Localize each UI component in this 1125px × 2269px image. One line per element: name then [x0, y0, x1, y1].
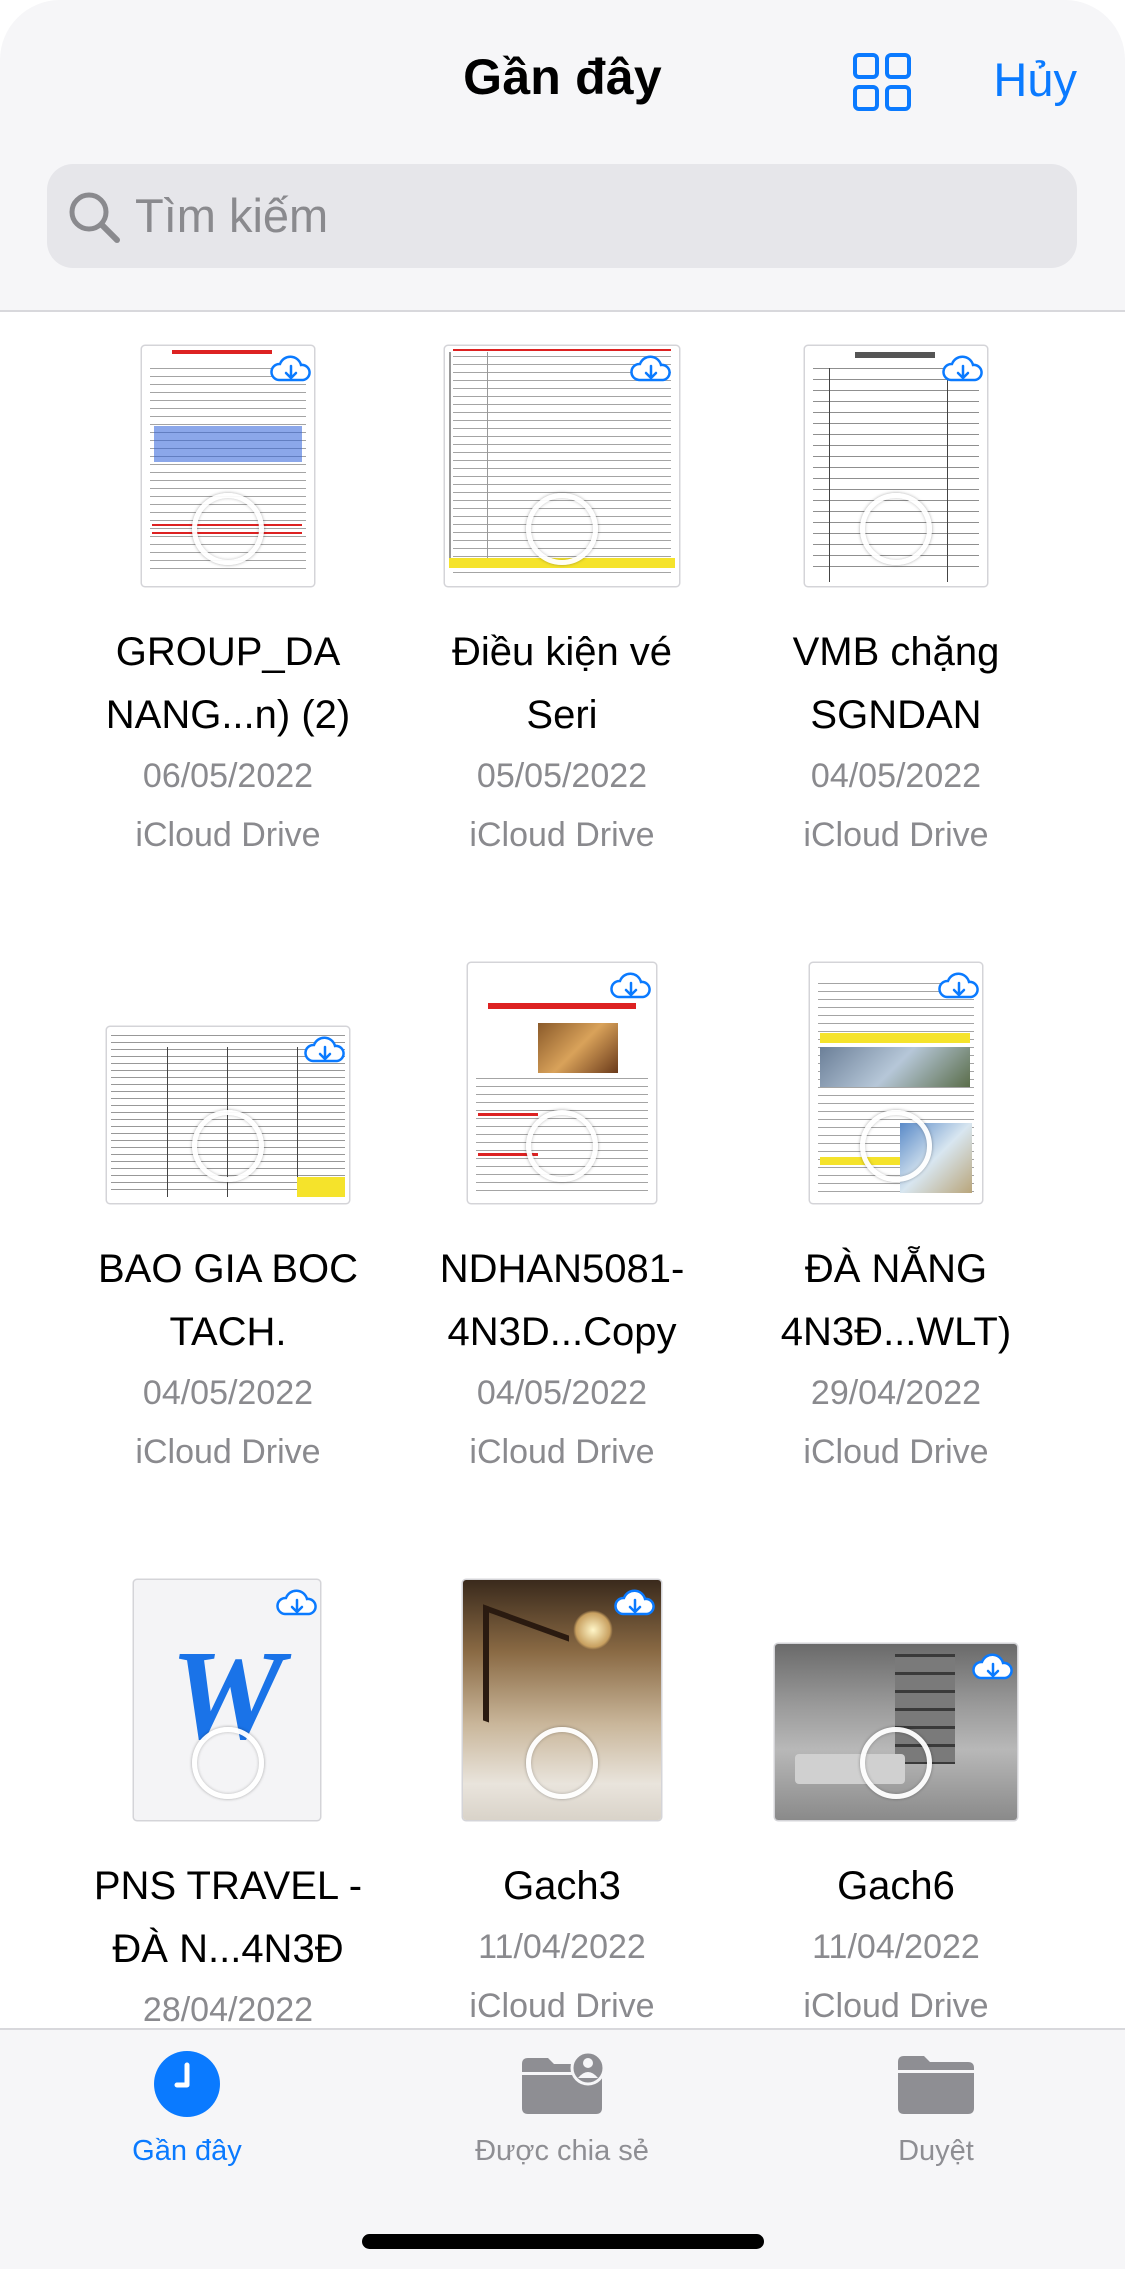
file-item[interactable]: NDHAN5081- 4N3D...Copy 04/05/2022 iCloud…: [395, 963, 729, 1482]
clock-icon: [154, 2051, 220, 2117]
file-name: Điều kiện vé: [451, 630, 673, 674]
file-thumbnail: [729, 1580, 1063, 1852]
shared-folder-icon: [522, 2050, 606, 2114]
file-name-line2: SGNDAN: [810, 693, 982, 737]
file-location: iCloud Drive: [469, 816, 655, 854]
file-date: 29/04/2022: [810, 1374, 982, 1412]
file-name-line2: Seri: [526, 693, 598, 737]
download-progress-icon: [526, 493, 598, 565]
download-progress-icon: [192, 493, 264, 565]
file-location: iCloud Drive: [803, 1987, 989, 2025]
tab-recents[interactable]: Gần đây: [37, 2050, 337, 2168]
file-item[interactable]: Gach3 11/04/2022 iCloud Drive: [395, 1580, 729, 2028]
download-progress-icon: [860, 1110, 932, 1182]
navigation-header: Gần đây Hủy Tìm kiếm: [0, 0, 1125, 312]
file-date: 05/05/2022: [476, 757, 648, 795]
download-progress-icon: [860, 1727, 932, 1799]
cancel-button[interactable]: Hủy: [993, 52, 1077, 107]
file-thumbnail: [61, 963, 395, 1235]
file-thumbnail: [61, 346, 395, 618]
file-name: NDHAN5081-: [439, 1247, 685, 1291]
file-item[interactable]: ĐÀ NẴNG 4N3Đ...WLT) 29/04/2022 iCloud Dr…: [729, 963, 1063, 1482]
file-name-line2: TACH.: [169, 1310, 287, 1354]
file-thumbnail: [395, 1580, 729, 1852]
file-name-line2: NANG...n) (2): [105, 693, 351, 737]
file-thumbnail: [729, 346, 1063, 618]
cloud-download-icon: [942, 355, 983, 382]
download-progress-icon: [526, 1110, 598, 1182]
file-name-line2: 4N3D...Copy: [447, 1310, 677, 1354]
file-date: 04/05/2022: [476, 1374, 648, 1412]
grid-view-icon[interactable]: [852, 52, 912, 112]
file-thumbnail: [729, 963, 1063, 1235]
file-item[interactable]: Điều kiện vé Seri 05/05/2022 iCloud Driv…: [395, 346, 729, 865]
cloud-download-icon: [972, 1653, 1013, 1680]
file-item[interactable]: Gach6 11/04/2022 iCloud Drive: [729, 1580, 1063, 2028]
file-location: iCloud Drive: [469, 1987, 655, 2025]
tab-shared[interactable]: Được chia sẻ: [412, 2050, 712, 2168]
cloud-download-icon: [614, 1589, 655, 1616]
cloud-download-icon: [270, 355, 311, 382]
download-progress-icon: [192, 1727, 264, 1799]
cloud-download-icon: [610, 972, 651, 999]
file-location: iCloud Drive: [803, 1433, 989, 1471]
cloud-download-icon: [630, 355, 671, 382]
tab-label: Duyệt: [898, 2135, 974, 2167]
file-date: 04/05/2022: [810, 757, 982, 795]
file-item[interactable]: VMB chặng SGNDAN 04/05/2022 iCloud Drive: [729, 346, 1063, 865]
home-indicator[interactable]: [362, 2234, 764, 2249]
folder-icon: [898, 2056, 974, 2114]
tab-bar: Gần đây Được chia sẻ Duyệt: [0, 2028, 1125, 2269]
download-progress-icon: [192, 1110, 264, 1182]
file-name-line2: 4N3Đ...WLT): [780, 1310, 1012, 1354]
cloud-download-icon: [276, 1589, 317, 1616]
file-location: iCloud Drive: [135, 816, 321, 854]
search-field[interactable]: Tìm kiếm: [47, 164, 1077, 268]
file-date: 06/05/2022: [142, 757, 314, 795]
file-name: VMB chặng: [792, 630, 1000, 674]
file-item[interactable]: GROUP_DA NANG...n) (2) 06/05/2022 iCloud…: [61, 346, 395, 865]
file-name: GROUP_DA: [115, 630, 341, 674]
search-placeholder: Tìm kiếm: [135, 189, 329, 242]
file-item[interactable]: BAO GIA BOC TACH. 04/05/2022 iCloud Driv…: [61, 963, 395, 1482]
file-thumbnail: W: [61, 1580, 395, 1852]
file-date: 11/04/2022: [478, 1928, 646, 1966]
file-name: Gach3: [503, 1864, 621, 1908]
file-thumbnail: [395, 346, 729, 618]
file-name: BAO GIA BOC: [97, 1247, 359, 1291]
cloud-download-icon: [938, 972, 979, 999]
tab-label: Được chia sẻ: [475, 2135, 649, 2167]
download-progress-icon: [860, 493, 932, 565]
file-date: 04/05/2022: [142, 1374, 314, 1412]
search-icon: [69, 192, 120, 243]
file-location: iCloud Drive: [803, 816, 989, 854]
file-date: 11/04/2022: [812, 1928, 980, 1966]
file-name: ĐÀ NẴNG: [804, 1247, 988, 1291]
file-name: PNS TRAVEL -: [93, 1864, 363, 1908]
cloud-download-icon: [304, 1036, 345, 1063]
file-name-line2: ĐÀ N...4N3Đ: [112, 1927, 344, 1971]
file-date: 28/04/2022: [142, 1991, 314, 2028]
tab-label: Gần đây: [132, 2135, 242, 2167]
download-progress-icon: [526, 1727, 598, 1799]
tab-browse[interactable]: Duyệt: [786, 2050, 1086, 2168]
file-name: Gach6: [837, 1864, 955, 1908]
file-thumbnail: [395, 963, 729, 1235]
file-location: iCloud Drive: [469, 1433, 655, 1471]
file-location: iCloud Drive: [135, 1433, 321, 1471]
file-grid: GROUP_DA NANG...n) (2) 06/05/2022 iCloud…: [0, 312, 1125, 2028]
file-item[interactable]: W PNS TRAVEL - ĐÀ N...4N3Đ 28/04/2022: [61, 1580, 395, 2028]
page-title: Gần đây: [463, 49, 662, 105]
